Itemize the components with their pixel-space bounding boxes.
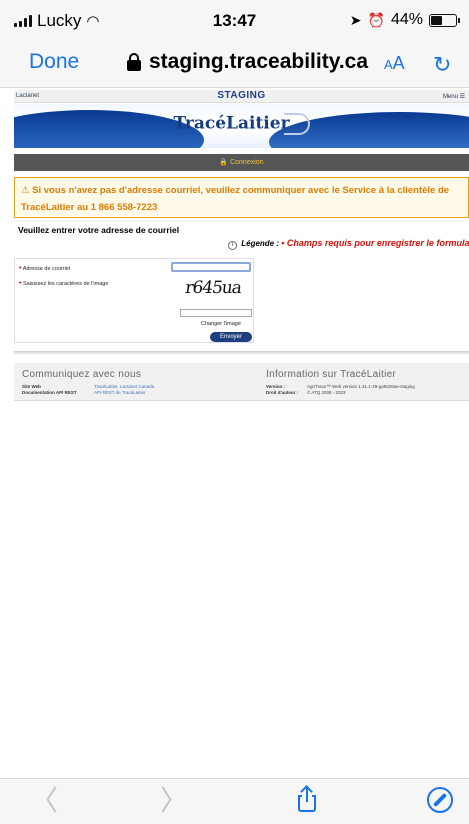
tracelaitier-logo[interactable]: TracéLaitier (14, 113, 469, 135)
copyright-value: © ATQ 2008 - 2023 (307, 390, 346, 395)
captcha-image: r645ua (183, 278, 243, 298)
version-row: Version : (266, 384, 285, 389)
captcha-label: • Saisissez les caractères de l'image (19, 280, 108, 287)
send-button[interactable]: Envoyer (210, 332, 252, 342)
copyright-label: Droit d'auteur : (266, 390, 299, 395)
compass-icon[interactable] (427, 787, 453, 813)
share-box (298, 795, 316, 812)
battery-icon (429, 13, 460, 27)
address-bar: Done staging.traceability.ca AA ↻ (0, 42, 469, 88)
api-link[interactable]: API REST de TracéLaitier (94, 390, 145, 395)
site-footer: Communiquez avec nous Site Web TracéLait… (14, 363, 469, 401)
required-star: • (19, 265, 22, 272)
website-row: Site Web (22, 384, 41, 389)
email-form: • Adresse de courriel • Saisissez les ca… (14, 258, 254, 343)
logo-ring (283, 113, 310, 135)
status-bar: Lucky ◠ 13:47 ➤ ⏰ 44% (0, 0, 469, 42)
warning-line-1: ⚠ Si vous n'avez pas d'adresse courriel,… (21, 185, 450, 196)
captcha-label-text: Saisissez les caractères de l'image (22, 281, 109, 287)
url-field[interactable]: staging.traceability.ca (127, 50, 368, 74)
share-icon[interactable] (296, 785, 318, 813)
copyright-row: Droit d'auteur : (266, 390, 298, 395)
warning-line-2: TracéLaitier au 1 866 558-7223 (21, 202, 158, 213)
reload-icon[interactable]: ↻ (433, 52, 451, 78)
info-title: Information sur TracéLaitier (266, 369, 397, 380)
logo-text: TracéLaitier (173, 113, 290, 134)
forward-button[interactable]: 〉 (160, 787, 188, 815)
web-page: Lactanet STAGING Menu ☰ TracéLaitier 🔒 C… (0, 88, 469, 778)
back-button[interactable]: 〈 (30, 787, 58, 815)
bottom-toolbar: 〈 〉 (0, 778, 469, 824)
battery-percent: 44% (390, 11, 423, 28)
text-size-small: A (384, 57, 393, 72)
change-image-link[interactable]: Changer l'image (201, 321, 241, 327)
done-button[interactable]: Done (29, 50, 79, 74)
menu-button[interactable]: Menu ☰ (443, 93, 465, 100)
email-heading: Veuillez entrer votre adresse de courrie… (18, 225, 180, 235)
email-label-text: Adresse de courriel (22, 266, 71, 272)
api-label: Documentation API REST (22, 390, 77, 395)
status-right: ➤ ⏰ 44% (349, 11, 460, 29)
email-input[interactable] (171, 262, 251, 272)
email-label: • Adresse de courriel (19, 265, 70, 272)
api-row: Documentation API REST (22, 390, 77, 395)
location-icon: ➤ (349, 11, 362, 28)
website-label: Site Web (22, 384, 41, 389)
legend-prefix: Légende : (241, 239, 280, 248)
divider (14, 351, 469, 355)
connection-bar[interactable]: 🔒 Connexion (14, 154, 469, 171)
url-text: staging.traceability.ca (149, 50, 369, 73)
captcha-input[interactable] (180, 309, 252, 317)
website-links[interactable]: TracéLaitier, Lactanet Canada (94, 384, 154, 389)
alarm-icon: ⏰ (367, 11, 385, 28)
info-icon: i (228, 241, 237, 250)
legend: i Légende : • Champs requis pour enregis… (228, 238, 469, 250)
contact-title: Communiquez avec nous (22, 369, 142, 380)
legend-required: • Champs requis pour enregistrer le form… (281, 238, 469, 248)
version-value: AgriTrace™ Web version 1.31.1-29-ga9226a… (307, 384, 415, 389)
version-label: Version : (266, 384, 286, 389)
site-banner: TracéLaitier (14, 104, 469, 148)
text-size-large: A (392, 53, 405, 73)
lock-icon (127, 53, 141, 71)
warning-box: ⚠ Si vous n'avez pas d'adresse courriel,… (14, 177, 469, 218)
required-star: • (19, 280, 22, 287)
site-top-strip: Lactanet STAGING Menu ☰ (14, 90, 469, 103)
text-size-button[interactable]: AA (384, 53, 405, 74)
staging-label: STAGING (217, 90, 266, 101)
